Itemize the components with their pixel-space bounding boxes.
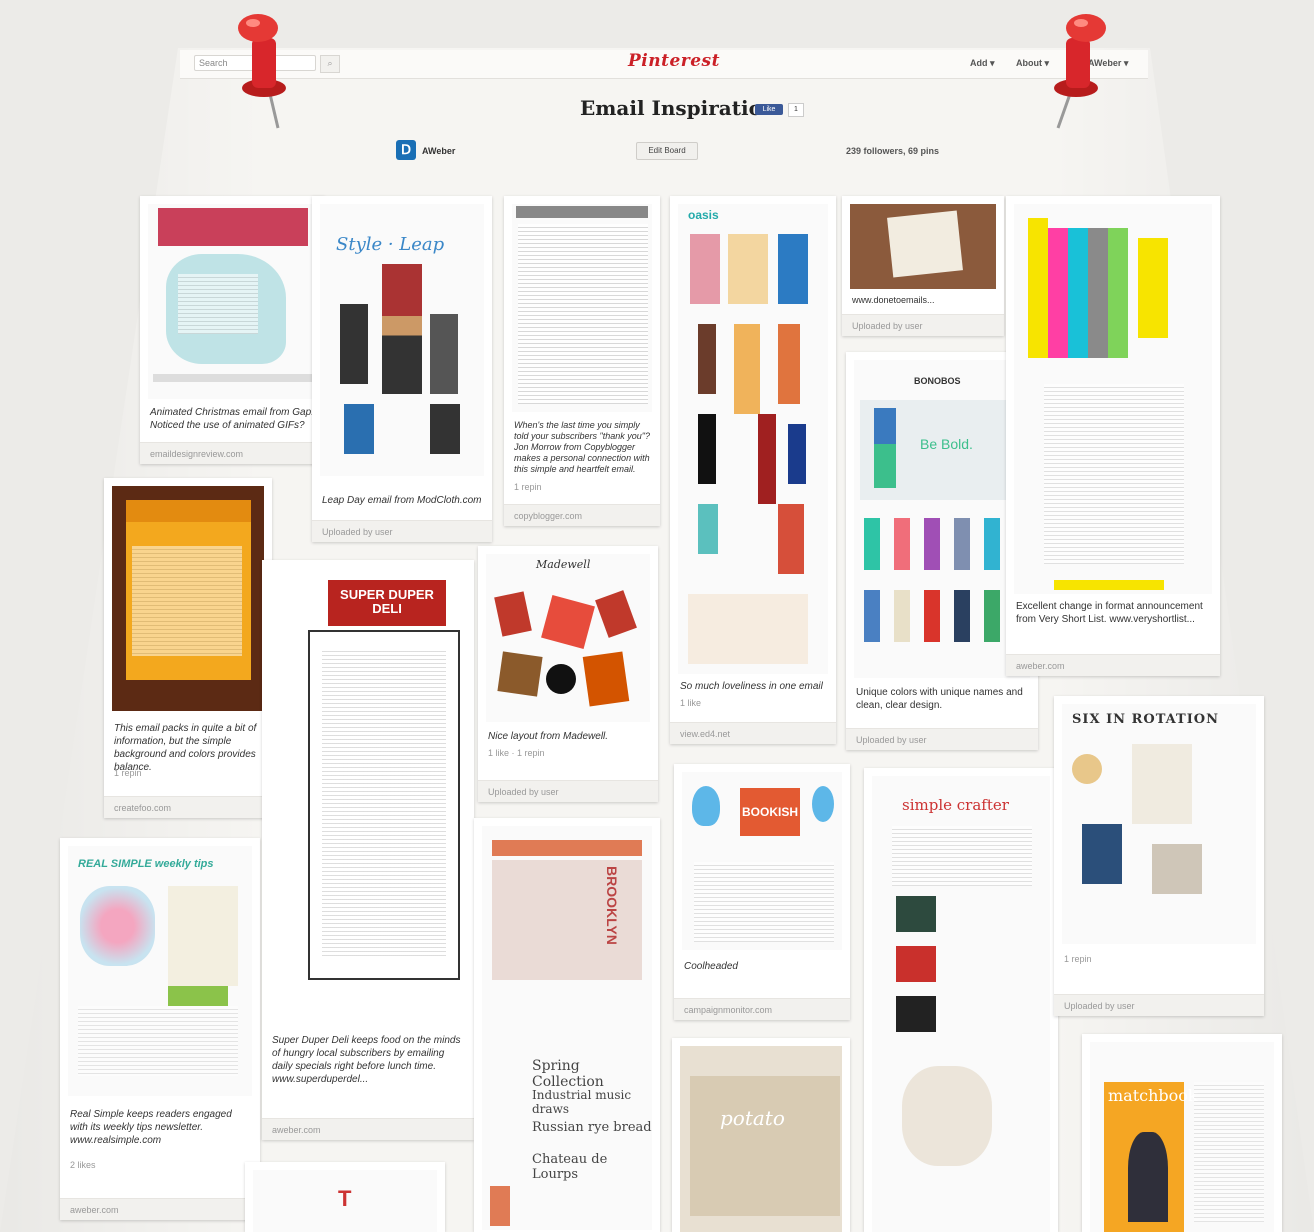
pin-description: This email packs in quite a bit of infor…: [114, 723, 257, 773]
pin-card[interactable]: REAL SIMPLE weekly tips Real Simple keep…: [60, 838, 260, 1220]
pin-description: www.donetoemails...: [852, 295, 935, 305]
pin-source[interactable]: aweber.com: [60, 1198, 260, 1220]
pin-description: Excellent change in format announcement …: [1016, 601, 1203, 625]
oasis-logo: oasis: [688, 208, 719, 222]
pin-description: So much loveliness in one email: [680, 681, 823, 692]
pin-source[interactable]: Uploaded by user: [1054, 994, 1264, 1016]
pin-image[interactable]: REAL SIMPLE weekly tips: [68, 846, 252, 1096]
pin-image[interactable]: [850, 204, 996, 289]
pin-image[interactable]: potato: [680, 1046, 842, 1232]
pin-image[interactable]: BROOKLYN Spring Collection Industrial mu…: [482, 826, 652, 1230]
pinterest-logo[interactable]: Pinterest: [628, 51, 720, 71]
pin-card[interactable]: www.donetoemails... Uploaded by user: [842, 196, 1004, 336]
pin-card[interactable]: simple crafter: [864, 768, 1058, 1232]
pin-stats: 1 repin: [514, 482, 542, 492]
madewell-logo: Madewell: [536, 558, 591, 571]
russian-rye-text: Russian rye bread: [532, 1120, 652, 1135]
facebook-like-button[interactable]: Like: [755, 104, 783, 115]
pin-card[interactable]: potato: [672, 1038, 850, 1232]
super-duper-logo: SUPER DUPER DELI: [328, 580, 446, 626]
pin-description: Animated Christmas email from Gap. Notic…: [150, 407, 314, 431]
pin-card[interactable]: Excellent change in format announcement …: [1006, 196, 1220, 676]
pin-image[interactable]: matchbook: [1090, 1042, 1274, 1232]
industrial-music-text: Industrial music draws: [532, 1088, 632, 1116]
pin-description: Super Duper Deli keeps food on the minds…: [272, 1035, 461, 1085]
edit-board-button[interactable]: Edit Board: [636, 142, 698, 160]
pin-source[interactable]: view.ed4.net: [670, 722, 836, 744]
pin-stats: 1 repin: [114, 768, 142, 778]
pin-card[interactable]: SUPER DUPER DELI Super Duper Deli keeps …: [262, 560, 474, 1140]
pin-description: Real Simple keeps readers engaged with i…: [70, 1109, 232, 1146]
search-icon[interactable]: ⌕: [320, 55, 340, 73]
pin-image[interactable]: BONOBOS Be Bold.: [854, 360, 1030, 678]
pin-image[interactable]: [148, 204, 317, 399]
pin-stats: 1 repin: [1064, 954, 1092, 964]
pin-source[interactable]: createfoo.com: [104, 796, 272, 818]
user-menu[interactable]: AWeber ▾: [1088, 58, 1128, 69]
board-stats: 239 followers, 69 pins: [846, 146, 940, 156]
pin-image[interactable]: [512, 204, 652, 412]
pin-card[interactable]: oasis So much loveliness in one email 1 …: [670, 196, 836, 744]
board-title: Email Inspiration: [580, 96, 777, 120]
six-in-rotation-title: SIX IN ROTATION: [1072, 712, 1219, 727]
pin-image[interactable]: Madewell: [486, 554, 650, 722]
pin-source[interactable]: Uploaded by user: [846, 728, 1038, 750]
pin-source[interactable]: Uploaded by user: [312, 520, 492, 542]
pin-card[interactable]: matchbook: [1082, 1034, 1282, 1232]
owner-avatar[interactable]: ᗞ: [396, 140, 416, 160]
pin-image[interactable]: SIX IN ROTATION: [1062, 704, 1256, 944]
pin-source[interactable]: Uploaded by user: [842, 314, 1004, 336]
pin-image[interactable]: Style · Leap: [320, 204, 484, 476]
owner-name[interactable]: AWeber: [422, 146, 455, 156]
pin-source[interactable]: aweber.com: [1006, 654, 1220, 676]
pin-stats: 1 like · 1 repin: [488, 748, 545, 758]
pin-image[interactable]: [112, 486, 264, 711]
bonobos-logo: BONOBOS: [914, 376, 961, 386]
pin-source[interactable]: aweber.com: [262, 1118, 474, 1140]
pin-image[interactable]: [1014, 204, 1212, 594]
add-menu[interactable]: Add ▾: [970, 58, 995, 69]
pin-card[interactable]: This email packs in quite a bit of infor…: [104, 478, 272, 818]
potato-text: potato: [720, 1106, 785, 1130]
pin-description: Nice layout from Madewell.: [488, 731, 609, 742]
pin-card[interactable]: SIX IN ROTATION 1 repin Uploaded by user: [1054, 696, 1264, 1016]
pin-description: Leap Day email from ModCloth.com: [322, 495, 482, 506]
real-simple-heading: REAL SIMPLE weekly tips: [78, 858, 214, 870]
pin-stats: 1 like: [680, 698, 702, 708]
simple-crafter-logo: simple crafter: [902, 796, 1009, 814]
pin-source[interactable]: campaignmonitor.com: [674, 998, 850, 1020]
pin-card[interactable]: BOOKISH Coolheaded campaignmonitor.com: [674, 764, 850, 1020]
pin-card[interactable]: Madewell Nice layout from Madewell. 1 li…: [478, 546, 658, 802]
pin-image[interactable]: BOOKISH: [682, 772, 842, 950]
top-navigation-bar: Search ⌕ Pinterest Add ▾ About ▾ AWeber …: [180, 50, 1148, 79]
search-input[interactable]: Search: [194, 55, 316, 71]
chateau-text: Chateau de Lourps: [532, 1152, 608, 1182]
pin-card[interactable]: When's the last time you simply told you…: [504, 196, 660, 526]
be-bold-text: Be Bold.: [920, 436, 973, 452]
brooklyn-text: BROOKLYN: [604, 866, 620, 945]
pin-card[interactable]: T: [245, 1162, 445, 1232]
pin-image[interactable]: oasis: [678, 204, 828, 674]
pin-image[interactable]: T: [253, 1170, 437, 1232]
pin-card[interactable]: BROOKLYN Spring Collection Industrial mu…: [474, 818, 660, 1232]
pin-stats: 2 likes: [70, 1160, 96, 1170]
pin-description: Coolheaded: [684, 961, 738, 972]
about-menu[interactable]: About ▾: [1016, 58, 1049, 69]
pin-card[interactable]: Style · Leap Leap Day email from ModClot…: [312, 196, 492, 542]
bookish-banner: BOOKISH: [740, 788, 800, 836]
like-count: 1: [788, 103, 804, 117]
spring-collection-text: Spring Collection: [532, 1058, 604, 1090]
pin-description: When's the last time you simply told you…: [514, 420, 650, 474]
matchbook-logo: matchbook: [1108, 1086, 1198, 1105]
pin-source[interactable]: copyblogger.com: [504, 504, 660, 526]
pin-image[interactable]: SUPER DUPER DELI: [270, 568, 466, 1013]
pin-image[interactable]: simple crafter: [872, 776, 1050, 1232]
pin-source[interactable]: Uploaded by user: [478, 780, 658, 802]
pin-card[interactable]: Animated Christmas email from Gap. Notic…: [140, 196, 325, 464]
pin-source[interactable]: emaildesignreview.com: [140, 442, 325, 464]
pin-description: Unique colors with unique names and clea…: [856, 687, 1023, 711]
